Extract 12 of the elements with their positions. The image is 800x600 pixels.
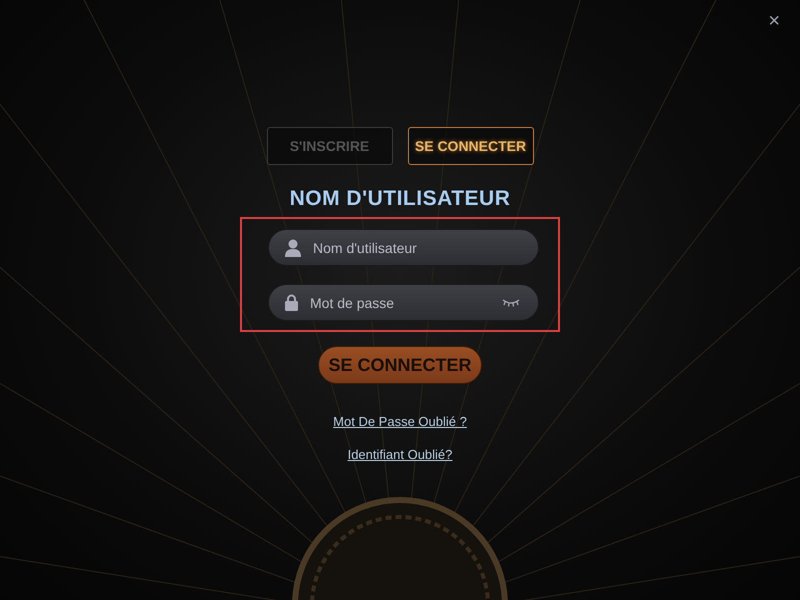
- padlock-icon: [285, 294, 298, 311]
- tab[interactable]: SE CONNECTER: [408, 127, 534, 165]
- password-field[interactable]: Mot de passe: [268, 284, 539, 321]
- form-heading: NOM D'UTILISATEUR: [290, 187, 510, 211]
- link[interactable]: Identifiant Oublié?: [348, 447, 452, 462]
- user-icon: [285, 238, 301, 256]
- close-button[interactable]: ×: [764, 10, 784, 32]
- password-input[interactable]: Mot de passe: [308, 294, 492, 312]
- username-field[interactable]: Nom d'utilisateur: [268, 229, 539, 266]
- link[interactable]: Mot De Passe Oublié ?: [333, 414, 467, 429]
- username-input[interactable]: Nom d'utilisateur: [311, 238, 520, 256]
- closed-eye-icon[interactable]: [502, 298, 520, 306]
